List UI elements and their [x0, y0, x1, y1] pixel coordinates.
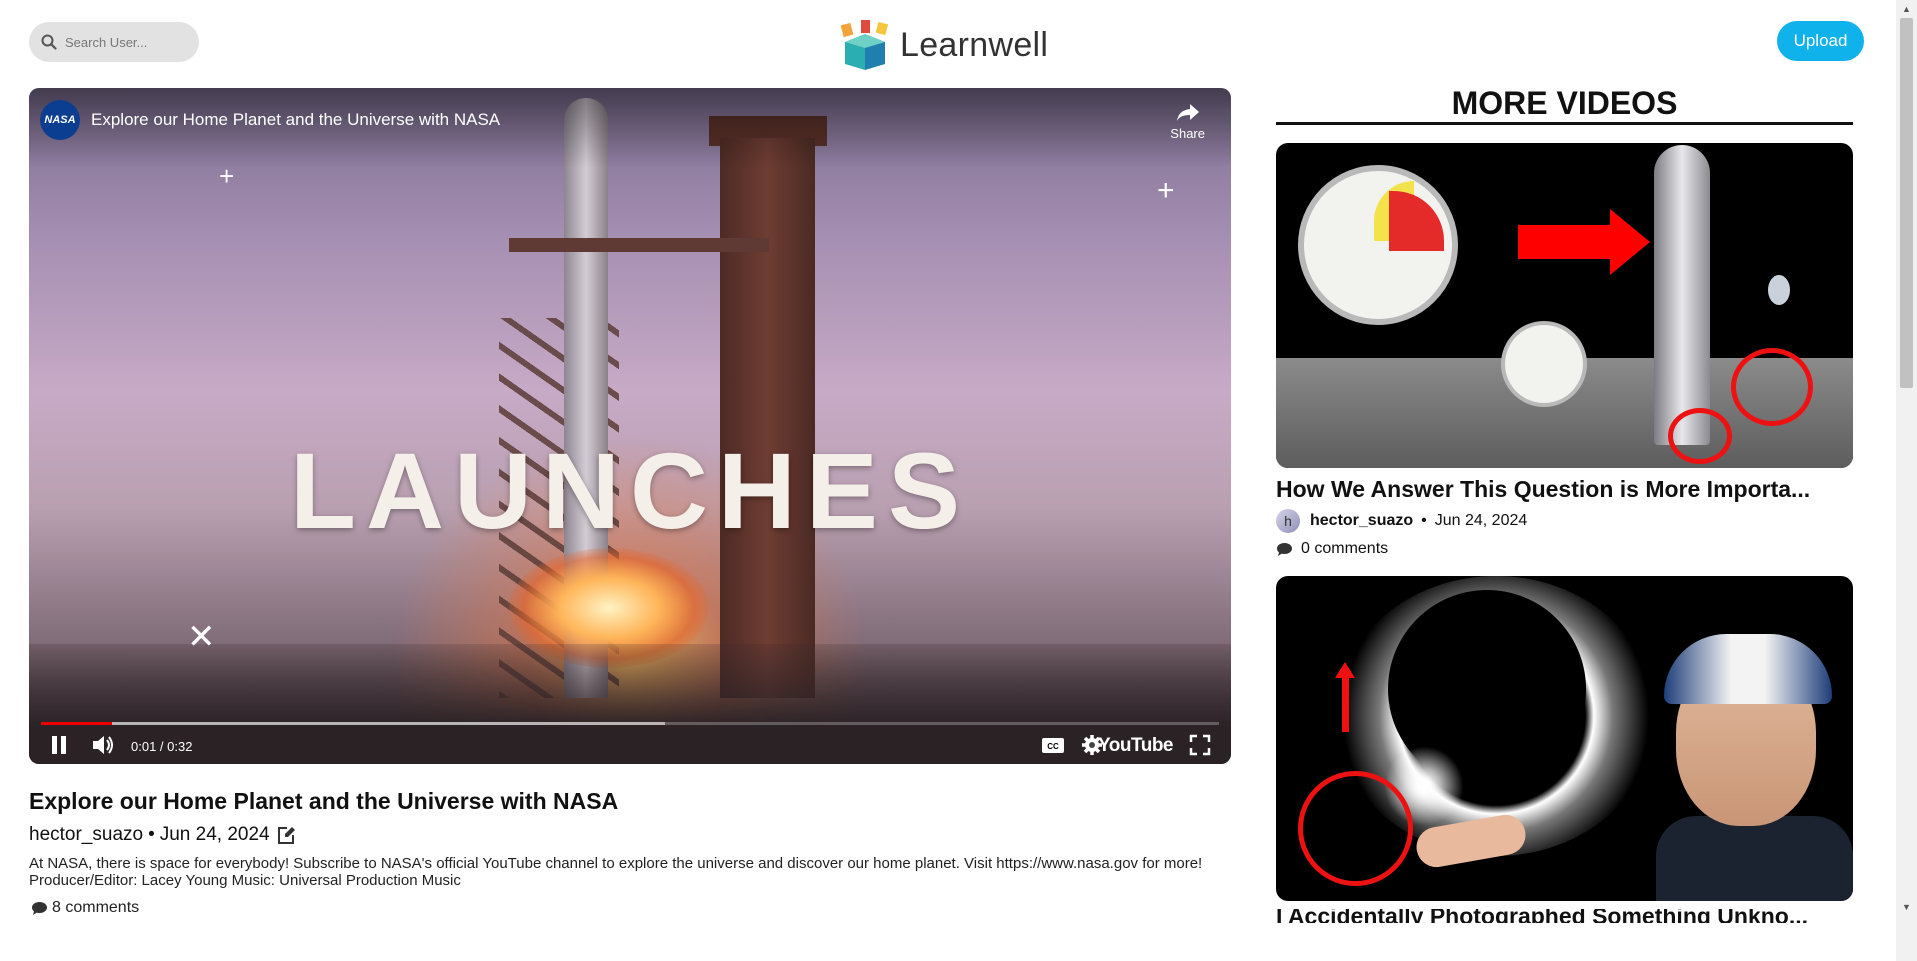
video-card-author[interactable]: hector_suazo	[1310, 512, 1413, 530]
comments-count: 8 comments	[52, 899, 140, 916]
youtube-logo[interactable]: YouTube	[1098, 735, 1173, 757]
sparkle-icon: +	[1157, 174, 1175, 207]
video-overlay-text: LAUNCHES	[289, 430, 970, 551]
pause-icon	[52, 736, 66, 754]
captions-button[interactable]: CC	[1041, 734, 1065, 761]
volume-icon	[93, 736, 113, 754]
video-thumbnail[interactable]	[1276, 576, 1853, 901]
red-arrow-head	[1610, 209, 1650, 275]
person-cap	[1664, 634, 1832, 704]
search-icon	[41, 34, 57, 50]
video-card-title[interactable]: I Accidentally Photographed Something Un…	[1276, 909, 1853, 923]
video-player[interactable]: + + ✕ LAUNCHES NASA Explore our Home Pla…	[29, 88, 1231, 764]
video-card-comments[interactable]: 0 comments	[1276, 540, 1853, 558]
video-card-meta: h hector_suazo • Jun 24, 2024	[1276, 509, 1853, 533]
comments-link[interactable]: 8 comments	[31, 899, 139, 917]
red-circle	[1731, 348, 1813, 426]
edit-button[interactable]	[277, 826, 296, 845]
video-meta: hector_suazo • Jun 24, 2024	[29, 824, 296, 846]
logo[interactable]: Learnwell	[840, 20, 1048, 70]
time-display: 0:01 / 0:32	[131, 739, 193, 754]
progress-played	[41, 722, 112, 725]
progress-bar[interactable]	[41, 722, 1219, 725]
edit-icon	[277, 826, 295, 844]
sparkle-icon: ✕	[187, 618, 216, 656]
captions-icon: CC	[1042, 738, 1064, 753]
player-title[interactable]: Explore our Home Planet and the Universe…	[91, 110, 500, 130]
video-card[interactable]: I Accidentally Photographed Something Un…	[1276, 576, 1853, 923]
volume-button[interactable]	[91, 734, 115, 761]
video-card-comments-count: 0 comments	[1301, 540, 1389, 557]
fullscreen-button[interactable]	[1189, 734, 1211, 761]
earth	[1768, 275, 1790, 305]
scroll-up-icon[interactable]: ▲	[1900, 2, 1913, 16]
red-arrow	[1518, 225, 1613, 259]
red-circle	[1668, 408, 1732, 464]
share-button[interactable]: Share	[1170, 102, 1205, 141]
upload-button[interactable]: Upload	[1777, 21, 1864, 61]
meta-separator: •	[1421, 512, 1427, 529]
video-card-title[interactable]: How We Answer This Question is More Impo…	[1276, 476, 1853, 503]
video-card[interactable]: How We Answer This Question is More Impo…	[1276, 143, 1853, 558]
search-bar[interactable]	[29, 22, 199, 62]
comment-icon	[1277, 542, 1292, 556]
fullscreen-icon	[1189, 734, 1211, 756]
pressure-gauge-small	[1501, 321, 1587, 407]
gantry-arm	[509, 238, 769, 252]
svg-text:CC: CC	[1047, 742, 1059, 751]
meta-separator: •	[148, 824, 155, 845]
video-date: Jun 24, 2024	[159, 824, 270, 845]
share-label: Share	[1170, 126, 1205, 141]
starship	[1654, 145, 1710, 445]
launch-tower	[720, 138, 815, 698]
comment-icon	[32, 901, 47, 915]
learnwell-logo-icon	[840, 20, 889, 70]
avatar[interactable]: h	[1276, 509, 1300, 533]
red-arrow-head	[1335, 662, 1355, 678]
channel-logo[interactable]: NASA	[40, 100, 80, 140]
more-videos-heading: MORE VIDEOS	[1276, 84, 1853, 125]
pause-button[interactable]	[49, 734, 69, 761]
video-title: Explore our Home Planet and the Universe…	[29, 788, 619, 814]
video-thumbnail[interactable]	[1276, 143, 1853, 468]
red-circle	[1298, 771, 1413, 886]
progress-buffered	[41, 722, 666, 725]
scroll-down-icon[interactable]: ▼	[1900, 900, 1913, 914]
red-arrow	[1342, 674, 1349, 732]
video-author[interactable]: hector_suazo	[29, 824, 143, 846]
share-icon	[1176, 104, 1199, 121]
person-body	[1656, 816, 1853, 901]
logo-text: Learnwell	[900, 25, 1049, 64]
video-card-date: Jun 24, 2024	[1434, 512, 1528, 529]
scrollbar-thumb[interactable]	[1900, 18, 1913, 388]
pressure-gauge	[1298, 165, 1458, 325]
search-input[interactable]	[63, 33, 197, 51]
video-description: At NASA, there is space for everybody! S…	[29, 855, 1203, 889]
